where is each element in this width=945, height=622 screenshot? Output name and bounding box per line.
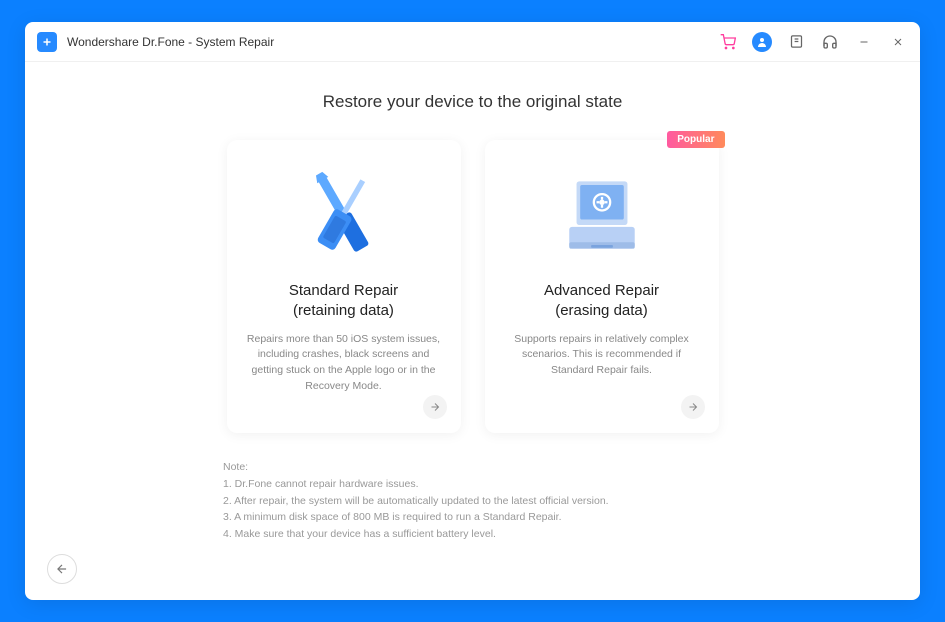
notes-line: 1. Dr.Fone cannot repair hardware issues… <box>223 476 880 493</box>
minimize-button[interactable] <box>854 32 874 52</box>
user-avatar-icon[interactable] <box>752 32 772 52</box>
app-logo-icon <box>37 32 57 52</box>
tools-illustration-icon <box>284 162 404 267</box>
arrow-right-icon[interactable] <box>423 395 447 419</box>
standard-title-line1: Standard Repair <box>289 282 398 299</box>
notes-line: 4. Make sure that your device has a suff… <box>223 526 880 543</box>
standard-card-title: Standard Repair (retaining data) <box>289 281 398 322</box>
notes-heading: Note: <box>223 459 880 476</box>
standard-repair-card[interactable]: Standard Repair (retaining data) Repairs… <box>227 140 461 433</box>
advanced-title-line1: Advanced Repair <box>544 282 659 299</box>
arrow-right-icon[interactable] <box>681 395 705 419</box>
cart-icon[interactable] <box>718 32 738 52</box>
options-row: Standard Repair (retaining data) Repairs… <box>65 140 880 433</box>
advanced-card-title: Advanced Repair (erasing data) <box>544 281 659 322</box>
advanced-title-line2: (erasing data) <box>555 302 648 319</box>
computer-illustration-icon <box>542 162 662 267</box>
popular-badge: Popular <box>667 131 724 148</box>
main-content: Restore your device to the original stat… <box>25 62 920 600</box>
close-button[interactable] <box>888 32 908 52</box>
titlebar: Wondershare Dr.Fone - System Repair <box>25 22 920 62</box>
notes-section: Note: 1. Dr.Fone cannot repair hardware … <box>65 459 880 543</box>
notes-line: 2. After repair, the system will be auto… <box>223 493 880 510</box>
titlebar-actions <box>718 32 908 52</box>
advanced-repair-card[interactable]: Popular Advanced Repair (er <box>485 140 719 433</box>
back-button[interactable] <box>47 554 77 584</box>
advanced-card-desc: Supports repairs in relatively complex s… <box>501 332 703 379</box>
page-heading: Restore your device to the original stat… <box>65 92 880 112</box>
window-title: Wondershare Dr.Fone - System Repair <box>67 35 718 49</box>
support-icon[interactable] <box>820 32 840 52</box>
standard-card-desc: Repairs more than 50 iOS system issues, … <box>243 332 445 395</box>
notes-line: 3. A minimum disk space of 800 MB is req… <box>223 509 880 526</box>
app-window: Wondershare Dr.Fone - System Repair Rest… <box>25 22 920 600</box>
standard-title-line2: (retaining data) <box>293 302 394 319</box>
feedback-icon[interactable] <box>786 32 806 52</box>
